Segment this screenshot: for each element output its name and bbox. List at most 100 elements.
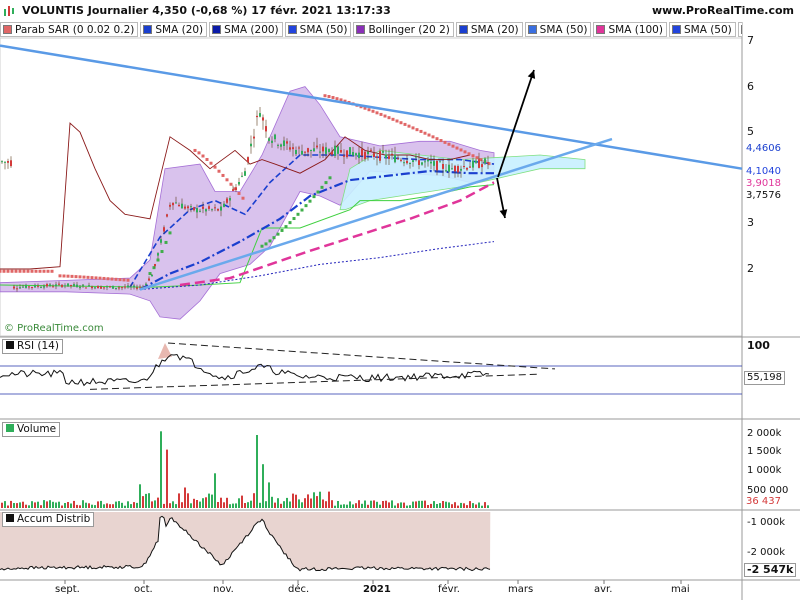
x-tick: nov. xyxy=(213,584,234,595)
volume-bar xyxy=(409,505,411,508)
sar-dot xyxy=(284,225,288,229)
legend-label: Bollinger (20 2) xyxy=(368,24,450,36)
x-tick: mars xyxy=(508,584,534,595)
candle-body xyxy=(175,202,177,204)
sar-dot xyxy=(431,135,435,139)
volume-bar xyxy=(454,502,456,508)
volume-bar xyxy=(82,500,84,508)
volume-bar xyxy=(469,501,471,508)
volume-tick: 2 000k xyxy=(747,428,782,439)
volume-bar xyxy=(253,493,255,508)
volume-bar xyxy=(271,496,273,508)
volume-bar xyxy=(433,501,435,508)
sar-dot xyxy=(427,133,431,137)
volume-bar xyxy=(169,503,171,508)
volume-bar xyxy=(34,502,36,508)
volume-bar xyxy=(196,500,198,508)
candle-body xyxy=(61,284,63,287)
volume-bar xyxy=(337,501,339,508)
sar-dot xyxy=(217,169,221,173)
volume-bar xyxy=(43,500,45,508)
sar-dot xyxy=(126,278,130,282)
volume-bar xyxy=(19,502,21,508)
volume-bar xyxy=(388,502,390,508)
legend-item[interactable]: SMA (50) xyxy=(668,22,736,37)
sar-dot xyxy=(241,196,245,200)
volume-panel-label[interactable]: Volume xyxy=(2,422,61,437)
candle-body xyxy=(316,145,318,148)
volume-bar xyxy=(403,502,405,508)
sar-dot xyxy=(451,144,455,148)
volume-bar xyxy=(418,500,420,508)
candle-body xyxy=(40,287,42,289)
legend-item[interactable]: SMA (50) xyxy=(284,22,352,37)
sar-dot xyxy=(463,150,467,154)
candle-body xyxy=(118,287,120,289)
volume-bar xyxy=(331,500,333,508)
candle-body xyxy=(292,147,294,150)
sar-dot xyxy=(292,217,296,221)
candle-body xyxy=(211,209,213,211)
candle-body xyxy=(343,155,345,157)
volume-bar xyxy=(427,505,429,508)
candle-body xyxy=(136,287,138,289)
volume-bar xyxy=(103,504,105,508)
legend-item[interactable]: SMA (200) xyxy=(209,22,283,37)
volume-bar xyxy=(439,503,441,508)
candle-body xyxy=(439,161,441,163)
volume-bar xyxy=(478,502,480,508)
volume-bar xyxy=(448,502,450,508)
chart-header: VOLUNTIS Journalier 4,350 (-0,68 %) 17 f… xyxy=(0,0,800,22)
sar-dot xyxy=(415,128,419,132)
candle-body xyxy=(241,175,243,177)
candle-body xyxy=(178,204,180,207)
candle-body xyxy=(151,275,153,277)
sar-dot xyxy=(371,109,375,113)
sar-dot xyxy=(391,117,395,121)
volume-bar xyxy=(349,501,351,508)
candle-body xyxy=(85,287,87,289)
volume-bar xyxy=(481,505,483,508)
sar-dot xyxy=(304,204,308,208)
volume-bar xyxy=(421,500,423,508)
candle-body xyxy=(109,286,111,288)
volume-tick: 1 500k xyxy=(747,446,782,457)
site-link[interactable]: www.ProRealTime.com xyxy=(652,4,794,17)
candle-body xyxy=(139,286,141,288)
candle-body xyxy=(307,148,309,153)
rsi-panel-label[interactable]: RSI (14) xyxy=(2,339,63,354)
candle-body xyxy=(451,168,453,170)
legend-item[interactable]: Bollinger (20 2) xyxy=(353,22,454,37)
chart-canvas[interactable] xyxy=(0,0,800,600)
candle-body xyxy=(37,285,39,287)
legend-item[interactable]: SMA (100) xyxy=(593,22,667,37)
legend-label: SMA (50) xyxy=(539,24,588,36)
candle-body xyxy=(280,144,282,147)
legend-label: SMA (20) xyxy=(470,24,519,36)
volume-bar xyxy=(133,502,135,508)
volume-bar xyxy=(16,503,18,508)
volume-bar xyxy=(268,482,270,508)
accum-panel-label[interactable]: Accum Distrib xyxy=(2,512,95,527)
indicator-legend: Parab SAR (0 0.02 0.2) SMA (20) SMA (200) S… xyxy=(0,22,742,38)
candle-body xyxy=(223,203,225,207)
volume-bar xyxy=(343,504,345,508)
legend-item[interactable]: SMA xyxy=(737,22,742,37)
candle-body xyxy=(484,158,486,164)
volume-bar xyxy=(121,502,123,508)
volume-bar xyxy=(361,503,363,508)
volume-bar xyxy=(28,505,30,508)
sar-dot xyxy=(419,129,423,133)
candle-body xyxy=(58,283,60,285)
sar-dot xyxy=(467,152,471,156)
legend-item[interactable]: SMA (50) xyxy=(524,22,592,37)
legend-item[interactable]: Parab SAR (0 0.02 0.2) xyxy=(0,22,139,37)
legend-item[interactable]: SMA (20) xyxy=(455,22,523,37)
sar-dot xyxy=(320,185,324,189)
chart-type-icon[interactable] xyxy=(3,5,17,17)
legend-swatch xyxy=(596,25,606,34)
volume-bar xyxy=(415,501,417,508)
sar-dot xyxy=(264,242,268,246)
volume-bar xyxy=(364,500,366,508)
legend-item[interactable]: SMA (20) xyxy=(140,22,208,37)
